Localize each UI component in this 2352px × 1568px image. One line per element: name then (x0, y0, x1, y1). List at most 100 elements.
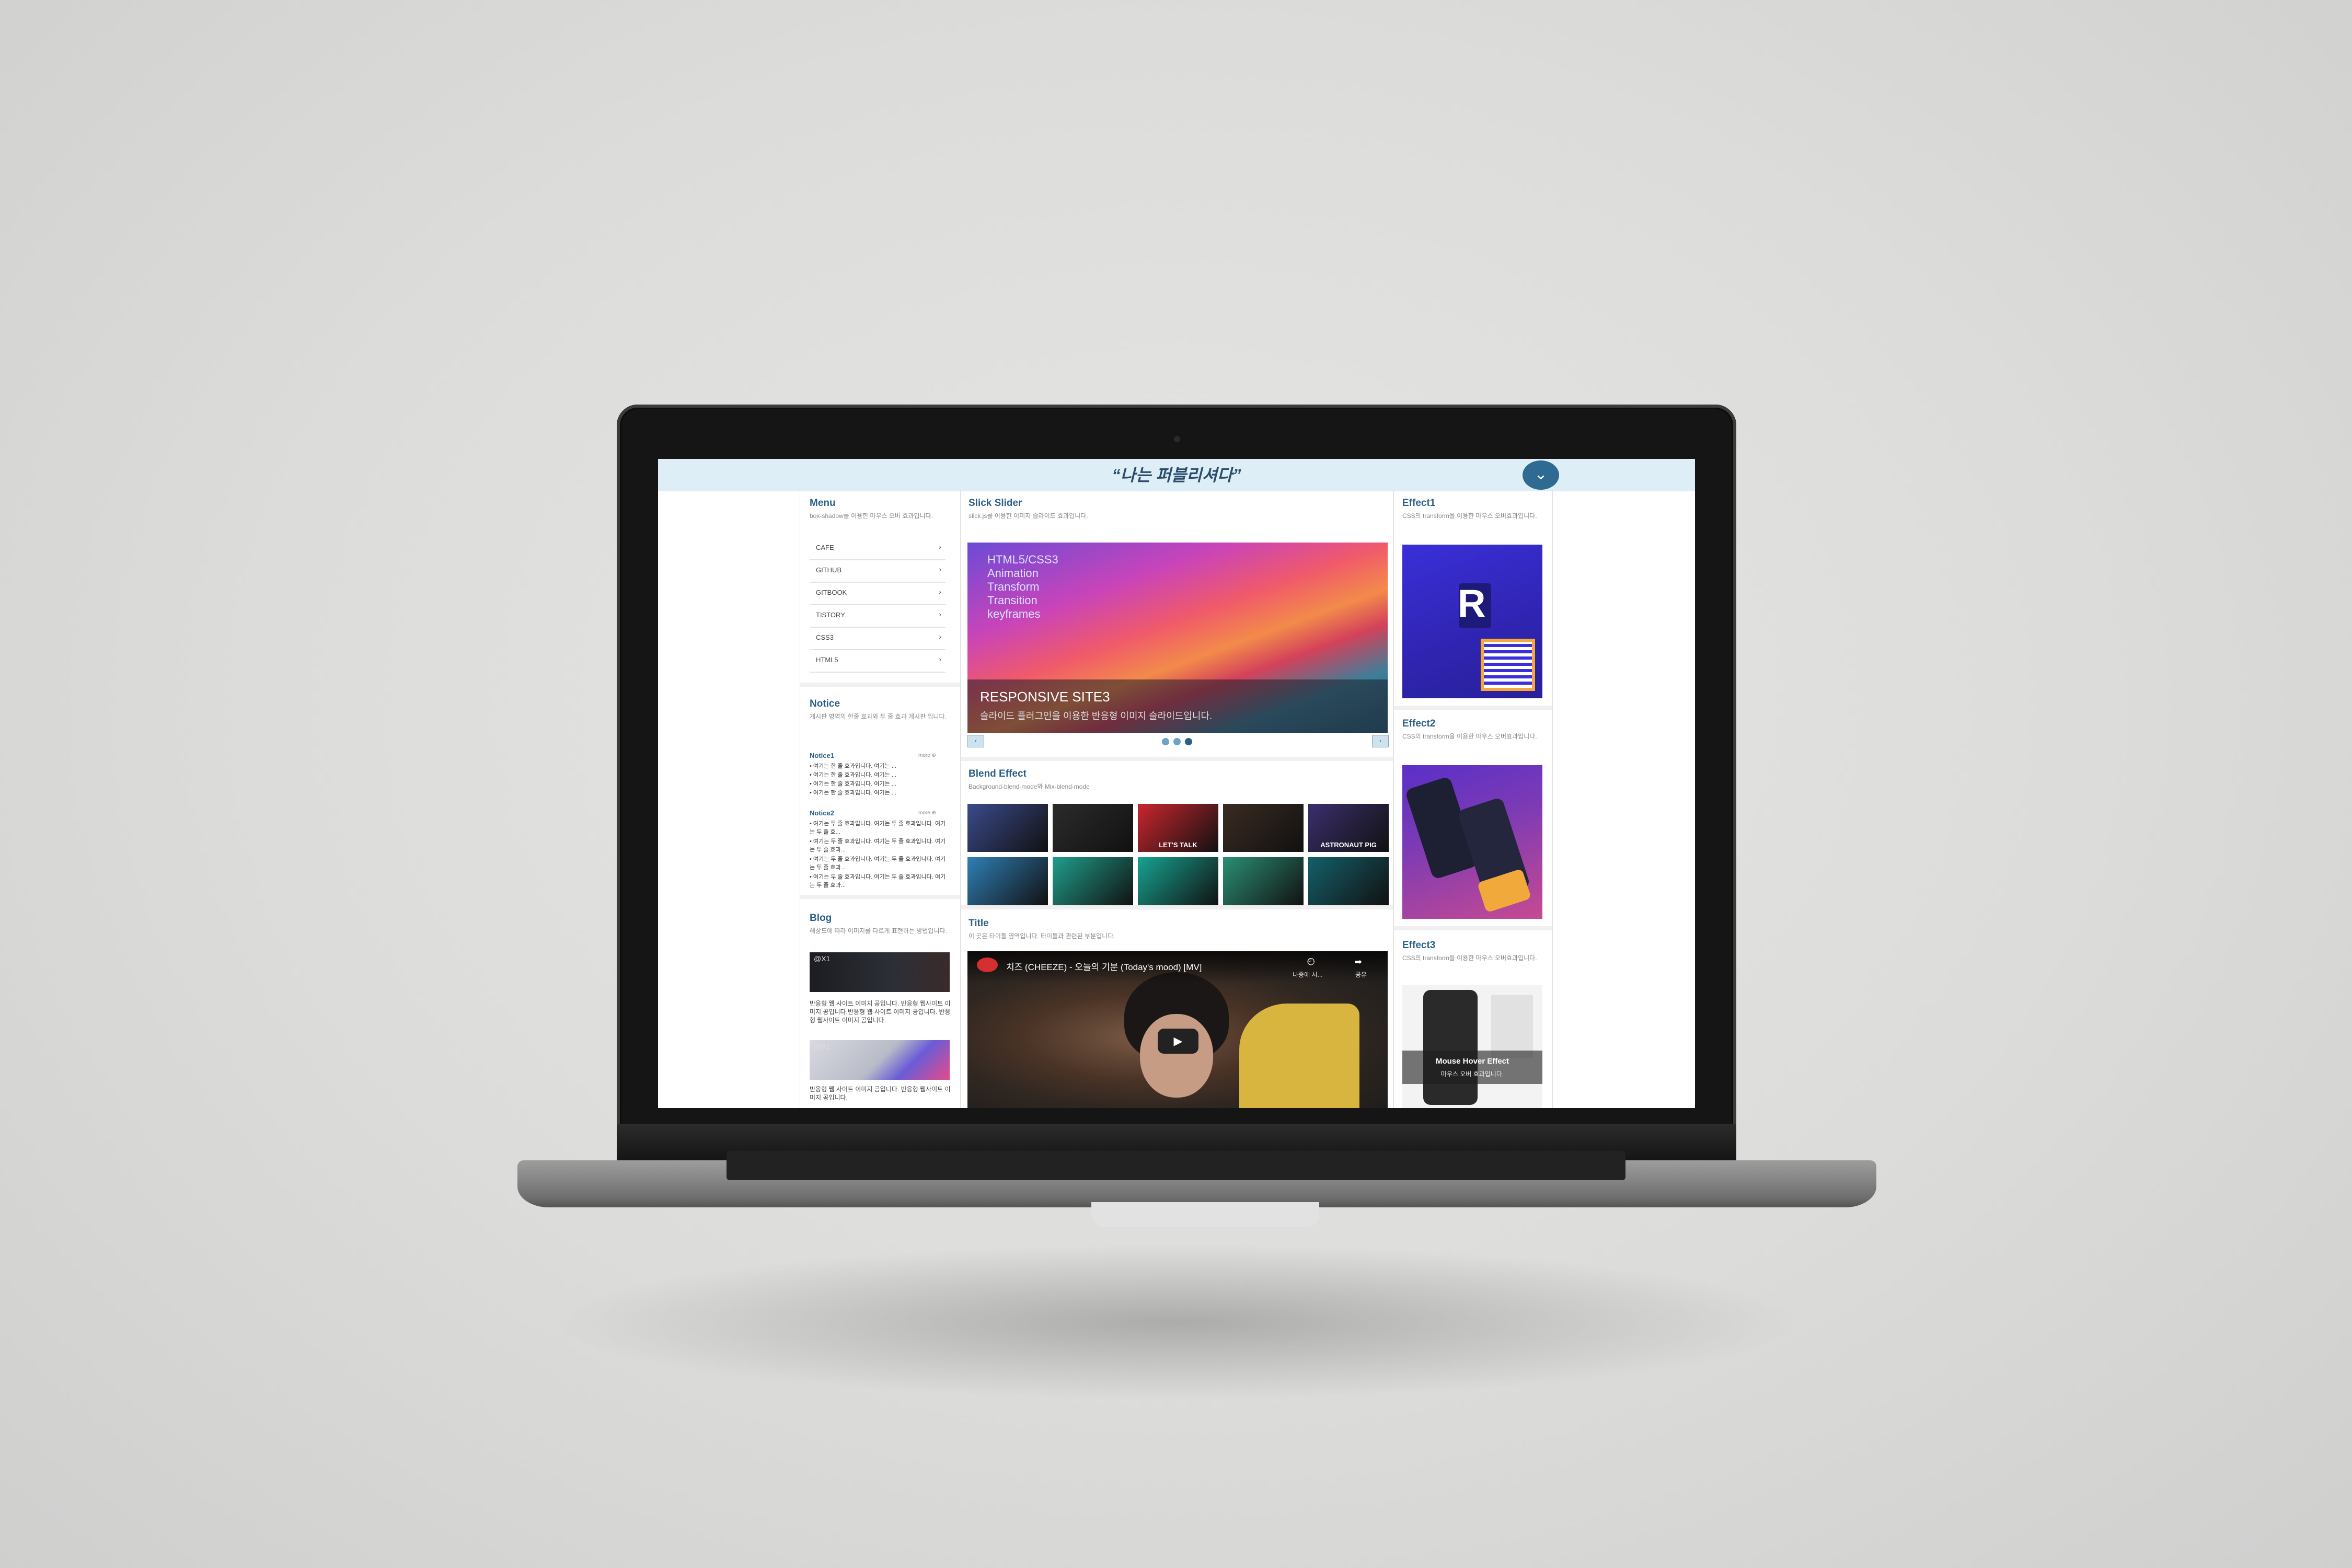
card-art (1423, 990, 1478, 1105)
video-frame-detail (1140, 1014, 1213, 1098)
slider-title: Slick Slider (969, 498, 1022, 509)
laptop-screen: “나는 퍼블리셔다” ⌄ Menu box-shadow를 이용한 마우스 오버… (658, 459, 1695, 1108)
slider-line: HTML5/CSS3 (987, 553, 1058, 566)
blend-thumb[interactable] (1053, 804, 1133, 852)
menu-item-label: CAFE (816, 544, 834, 551)
chevron-down-icon: ⌄ (1534, 466, 1548, 483)
notice1-more-link[interactable]: more ⊕ (918, 753, 936, 758)
effect3-title: Effect3 (1402, 940, 1436, 951)
video-title[interactable]: 치즈 (CHEEZE) - 오늘의 기분 (Today's mood) [MV] (1006, 960, 1202, 973)
notice-title: Notice (810, 698, 840, 709)
menu-item-html5[interactable]: HTML5 › (810, 650, 946, 673)
slider-line: Animation (987, 567, 1039, 580)
notice1-item[interactable]: • 여기는 한 줄 효과입니다. 여기는 ... (810, 789, 949, 797)
notice-desc: 게시판 영역의 한줄 효과와 두 줄 효과 게시판 입니다. (810, 713, 947, 720)
blog-text: 반응형 웹 사이트 이미지 공입니다. 반응형 웹사이트 이미지 공입니다. (810, 1086, 951, 1101)
card-art (1491, 995, 1533, 1058)
menu-item-label: GITBOOK (816, 589, 847, 596)
menu-item-cafe[interactable]: CAFE › (810, 537, 946, 560)
blend-thumb[interactable]: ASTRONAUT PIG (1308, 804, 1389, 852)
blend-thumb[interactable] (1053, 857, 1133, 905)
slider-dot-active[interactable] (1185, 738, 1192, 745)
effect2-desc: CSS의 transform을 이용한 마우스 오버효과입니다. (1402, 733, 1537, 740)
share-icon[interactable]: ➦ (1354, 956, 1362, 967)
blend-thumb[interactable] (1223, 857, 1304, 905)
channel-avatar[interactable] (977, 958, 998, 972)
notice1-title[interactable]: Notice1 (810, 752, 834, 759)
blend-thumb[interactable] (967, 804, 1048, 852)
card-art (1481, 639, 1535, 691)
effect2-title: Effect2 (1402, 718, 1436, 729)
menu-item-github[interactable]: GITHUB › (810, 560, 946, 583)
menu-item-css3[interactable]: CSS3 › (810, 627, 946, 650)
blend-thumb-label: ASTRONAUT PIG (1320, 841, 1377, 849)
chevron-right-icon: › (939, 655, 941, 663)
effect2-card[interactable] (1402, 765, 1542, 919)
section-divider (1394, 926, 1552, 930)
notice2-item[interactable]: • 여기는 두 줄 효과입니다. 여기는 두 줄 효과입니다. 여기는 두 줄 … (810, 873, 949, 890)
watch-later-label[interactable]: 나중에 시... (1293, 970, 1323, 979)
slider-next-button[interactable]: › (1372, 735, 1389, 747)
slider-dot[interactable] (1162, 738, 1169, 745)
clock-icon[interactable]: 🕘︎ (1307, 956, 1315, 967)
notice2-item[interactable]: • 여기는 두 줄 효과입니다. 여기는 두 줄 효과입니다. 여기는 두 줄 … (810, 855, 949, 872)
image-slider[interactable]: HTML5/CSS3 Animation Transform Transitio… (967, 543, 1388, 733)
section-divider (961, 905, 1393, 909)
notice2-item[interactable]: • 여기는 두 줄 효과입니다. 여기는 두 줄 효과입니다. 여기는 두 줄 … (810, 820, 949, 836)
blend-thumb[interactable] (1223, 804, 1304, 852)
blend-thumb[interactable] (1308, 857, 1389, 905)
section-divider (800, 683, 960, 687)
slider-dot[interactable] (1173, 738, 1181, 745)
chevron-right-icon: › (939, 565, 941, 573)
slider-desc: slick.js를 이용한 이미지 슬라이드 효과입니다. (969, 512, 1088, 520)
video-section-title: Title (969, 918, 989, 929)
section-divider (800, 895, 960, 899)
notice1-item[interactable]: • 여기는 한 줄 효과입니다. 여기는 ... (810, 771, 949, 779)
menu-item-gitbook[interactable]: GITBOOK › (810, 582, 946, 605)
blend-thumb[interactable] (1138, 857, 1218, 905)
menu-item-label: CSS3 (816, 633, 834, 641)
slider-line: keyframes (987, 607, 1041, 620)
blog-image[interactable]: @X1 (810, 1040, 950, 1080)
camera-icon (1174, 436, 1180, 442)
section-divider (1394, 706, 1552, 710)
card-letter: R (1458, 582, 1486, 625)
effect1-desc: CSS의 transform을 이용한 마우스 오버효과입니다. (1402, 512, 1537, 520)
effect3-card[interactable]: Mouse Hover Effect 마우스 오버 효과입니다. (1402, 985, 1542, 1108)
menu-title: Menu (810, 498, 836, 509)
blog-title: Blog (810, 913, 832, 924)
video-topbar: 치즈 (CHEEZE) - 오늘의 기분 (Today's mood) [MV]… (967, 951, 1388, 983)
laptop-shadow (549, 1244, 1803, 1401)
video-section-desc: 이 곳은 타이틀 영역입니다. 타이틀과 관련된 부분입니다. (969, 932, 1115, 940)
right-column: Effect1 CSS의 transform을 이용한 마우스 오버효과입니다.… (1394, 491, 1552, 1108)
video-frame-detail (1239, 1004, 1359, 1108)
blend-thumb[interactable] (967, 857, 1048, 905)
keyboard-slot (727, 1151, 1625, 1180)
effect1-card[interactable]: R (1402, 545, 1542, 698)
blog-text: 반응형 웹 사이트 이미지 공입니다. 반응형 웹사이트 이미지 공입니다.반응… (810, 1000, 951, 1024)
notice1-item[interactable]: • 여기는 한 줄 효과입니다. 여기는 ... (810, 762, 949, 770)
play-button[interactable]: ▶ (1158, 1029, 1198, 1054)
notice1-item[interactable]: • 여기는 한 줄 효과입니다. 여기는 ... (810, 780, 949, 788)
notice2-item[interactable]: • 여기는 두 줄 효과입니다. 여기는 두 줄 효과입니다. 여기는 두 줄 … (810, 837, 949, 854)
column-divider (1552, 491, 1553, 1108)
hover-caption-sub: 마우스 오버 효과입니다. (1440, 1070, 1504, 1078)
blend-title: Blend Effect (969, 768, 1027, 779)
blend-thumb-label: LET'S TALK (1159, 841, 1197, 849)
menu-toggle-button[interactable]: ⌄ (1523, 460, 1559, 490)
slider-prev-button[interactable]: ‹ (967, 735, 984, 747)
notice2-title[interactable]: Notice2 (810, 809, 834, 817)
slider-line: Transform (987, 580, 1040, 593)
site-header: “나는 퍼블리셔다” ⌄ (658, 459, 1695, 491)
effect3-hover-caption: Mouse Hover Effect 마우스 오버 효과입니다. (1402, 1051, 1542, 1084)
notice2-more-link[interactable]: more ⊕ (918, 810, 936, 816)
share-label[interactable]: 공유 (1355, 970, 1367, 979)
slider-caption: RESPONSIVE SITE3 슬라이드 플러그인을 이용한 반응형 이미지 … (967, 679, 1388, 733)
menu-item-label: TISTORY (816, 611, 845, 619)
video-player[interactable]: 치즈 (CHEEZE) - 오늘의 기분 (Today's mood) [MV]… (967, 951, 1388, 1108)
blend-thumb[interactable]: LET'S TALK (1138, 804, 1218, 852)
effect1-title: Effect1 (1402, 498, 1436, 509)
middle-column: Slick Slider slick.js를 이용한 이미지 슬라이드 효과입니… (961, 491, 1393, 1108)
menu-item-tistory[interactable]: TISTORY › (810, 605, 946, 628)
blog-image[interactable]: @X1 (810, 952, 950, 992)
